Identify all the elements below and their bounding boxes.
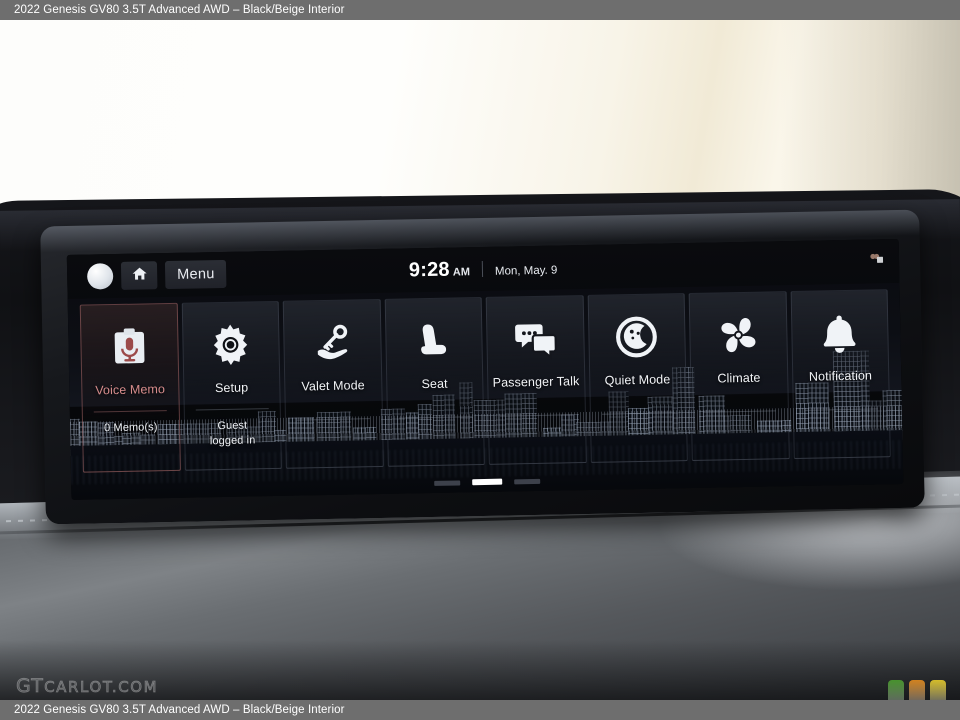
- tile-voice-memo[interactable]: Voice Memo 0 Memo(s): [79, 302, 181, 473]
- fan-icon: [715, 311, 762, 360]
- key-in-hand-icon: [309, 318, 356, 367]
- vehicle-interior-photo: Menu 9:28 AM Mon, May. 9 Voice Memo 0 Me…: [0, 20, 960, 700]
- tile-label-passenger-talk: Passenger Talk: [492, 374, 580, 390]
- profile-circle-icon[interactable]: [86, 263, 114, 290]
- clock-separator: [481, 260, 484, 277]
- clock-date: Mon, May. 9: [494, 264, 558, 278]
- tile-label-voice-memo: Voice Memo: [95, 382, 166, 398]
- home-tile-row: Voice Memo 0 Memo(s) Setup Guest logged in …: [79, 289, 891, 473]
- tile-divider-notification: [804, 408, 878, 412]
- tile-valet-mode[interactable]: Valet Mode: [282, 298, 384, 469]
- bluetooth-device-icon: [869, 251, 885, 263]
- tile-label-climate: Climate: [717, 370, 761, 386]
- tile-divider-quiet-mode: [601, 412, 675, 416]
- home-icon: [130, 265, 147, 286]
- caption-top: 2022 Genesis GV80 3.5T Advanced AWD – Bl…: [0, 0, 960, 20]
- gear-icon: [208, 320, 253, 369]
- tile-divider-passenger-talk: [500, 414, 573, 418]
- screenshot-stage: 2022 Genesis GV80 3.5T Advanced AWD – Bl…: [0, 0, 960, 720]
- infotainment-screen[interactable]: Menu 9:28 AM Mon, May. 9 Voice Memo 0 Me…: [66, 238, 904, 500]
- page-dot-1[interactable]: [434, 479, 461, 486]
- tile-label-notification: Notification: [808, 368, 873, 384]
- clock-time: 9:28: [408, 258, 450, 281]
- page-dot-2[interactable]: [472, 478, 503, 486]
- tile-divider-voice-memo: [94, 410, 167, 413]
- tile-label-valet-mode: Valet Mode: [301, 378, 365, 394]
- caption-bottom: 2022 Genesis GV80 3.5T Advanced AWD – Bl…: [0, 700, 960, 720]
- tile-label-seat: Seat: [421, 376, 448, 392]
- menu-button[interactable]: Menu: [164, 259, 227, 290]
- tile-sub-setup: Guest logged in: [209, 419, 256, 447]
- tile-passenger-talk[interactable]: Passenger Talk: [485, 295, 587, 465]
- tile-label-quiet-mode: Quiet Mode: [604, 372, 671, 388]
- tile-divider-seat: [398, 416, 472, 419]
- voice-memo-clipboard-icon: [107, 322, 152, 371]
- tile-seat[interactable]: Seat: [384, 297, 485, 467]
- tile-divider-climate: [703, 410, 776, 414]
- chat-bubbles-icon: [512, 315, 559, 364]
- tile-divider-setup: [195, 408, 269, 411]
- watermark-suffix: CARLOT.COM: [44, 678, 159, 697]
- tile-climate[interactable]: Climate: [688, 291, 790, 461]
- page-dot-3[interactable]: [514, 478, 541, 484]
- swatch-orange: [909, 680, 925, 700]
- clock-and-date: 9:28 AM Mon, May. 9: [409, 256, 558, 282]
- tile-label-setup: Setup: [214, 380, 249, 396]
- tile-divider-valet-mode: [297, 418, 371, 421]
- car-seat-icon: [411, 317, 456, 366]
- tile-notification[interactable]: Notification: [790, 289, 891, 460]
- moon-speaker-icon: [614, 313, 659, 362]
- menu-label: Menu: [177, 266, 215, 283]
- swatch-green: [888, 680, 904, 700]
- color-swatches: [888, 680, 946, 700]
- clock-ampm: AM: [452, 265, 471, 279]
- tile-sub-voice-memo: 0 Memo(s): [104, 421, 158, 435]
- swatch-yellow: [930, 680, 946, 700]
- home-button[interactable]: [120, 261, 158, 290]
- tile-setup[interactable]: Setup Guest logged in: [181, 300, 282, 471]
- infotainment-bezel: Menu 9:28 AM Mon, May. 9 Voice Memo 0 Me…: [40, 209, 925, 525]
- bell-icon: [818, 309, 861, 358]
- watermark-prefix: GT: [16, 675, 45, 698]
- tile-quiet-mode[interactable]: Quiet Mode: [587, 293, 688, 463]
- site-watermark: GTCARLOT.COM: [16, 675, 159, 698]
